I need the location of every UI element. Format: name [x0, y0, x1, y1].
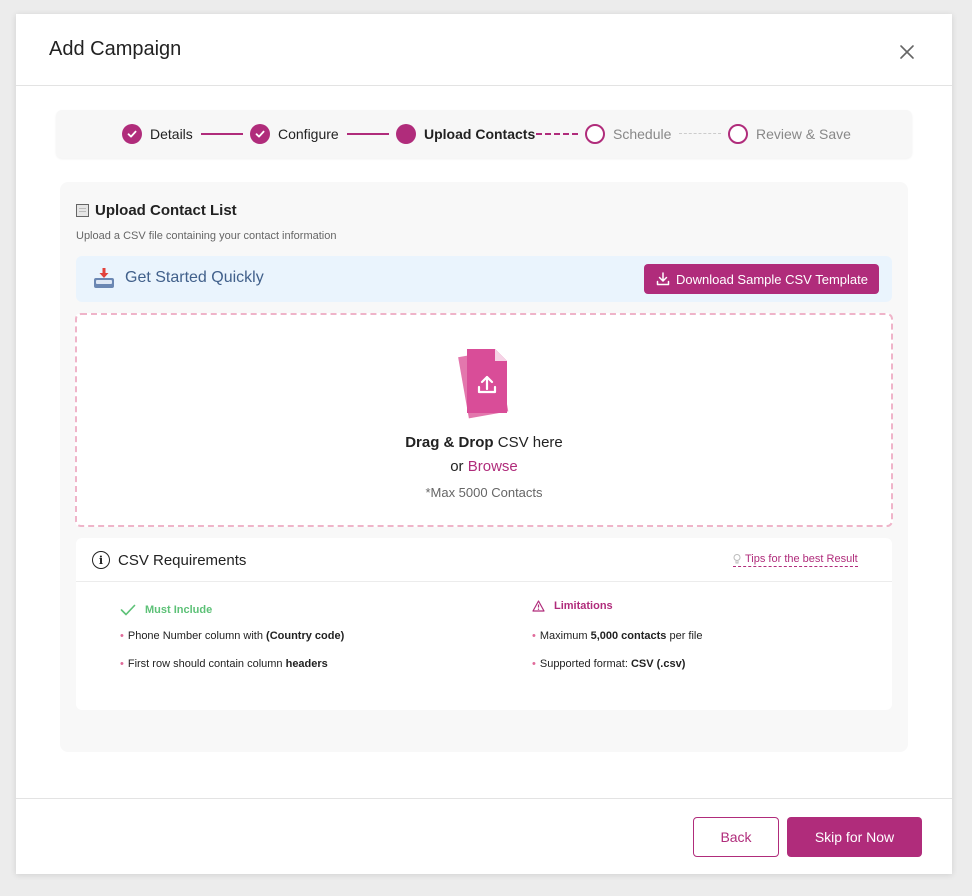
step-review-save[interactable]: Review & Save [728, 110, 851, 158]
requirements-header: i CSV Requirements Tips for the best Res… [76, 538, 892, 582]
item-bold: 5,000 contacts [590, 630, 667, 642]
dropzone-bold-text: Drag & Drop [405, 434, 494, 451]
lightbulb-icon [733, 554, 741, 564]
inbox-download-icon [92, 266, 116, 290]
card-title-text: Upload Contact List [95, 202, 237, 219]
empty-circle-icon [728, 124, 748, 144]
dropzone-instruction: Drag & Drop CSV here [77, 434, 891, 451]
item-text: First row should contain column [127, 658, 286, 670]
check-circle-icon [250, 124, 270, 144]
step-connector [679, 133, 721, 134]
limitation-item: • Supported format: CSV (.csv) [532, 658, 686, 670]
download-template-button[interactable]: Download Sample CSV Template [644, 264, 879, 294]
download-icon [656, 272, 670, 286]
modal-title: Add Campaign [49, 38, 182, 60]
step-label: Review & Save [756, 126, 851, 142]
item-bold: (Country code) [266, 630, 345, 642]
tips-label: Tips for the best Result [745, 553, 858, 565]
limitations-heading: Limitations [532, 598, 703, 614]
dropzone-or-text: or [450, 458, 468, 475]
limitations-column: Limitations • Maximum 5,000 contacts per … [532, 598, 703, 670]
step-label: Details [150, 126, 193, 142]
requirement-item: • Phone Number column with (Country code) [120, 630, 345, 642]
get-started-banner: Get Started Quickly Download Sample CSV … [76, 256, 892, 302]
item-text: Phone Number column with [127, 630, 267, 642]
browse-link[interactable]: Browse [468, 458, 518, 475]
back-button[interactable]: Back [693, 817, 779, 857]
info-icon: i [92, 551, 110, 569]
banner-title: Get Started Quickly [125, 269, 264, 286]
check-icon [120, 604, 136, 616]
step-schedule[interactable]: Schedule [585, 110, 671, 158]
requirement-item: • First row should contain column headers [120, 658, 328, 670]
item-text: Supported format: [539, 658, 631, 670]
step-label: Configure [278, 126, 339, 142]
step-details[interactable]: Details [122, 110, 193, 158]
file-upload-icon [453, 345, 517, 421]
dropzone-text: CSV here [493, 434, 563, 451]
document-icon [76, 204, 89, 217]
must-include-heading: Must Include [120, 602, 344, 618]
add-campaign-modal: Add Campaign Details Configure Upload Co… [16, 14, 952, 874]
step-connector [536, 133, 578, 135]
max-contacts-note: *Max 5000 Contacts [425, 485, 543, 500]
item-text: Maximum [539, 630, 591, 642]
limitations-heading-text: Limitations [554, 600, 613, 612]
csv-dropzone[interactable]: Drag & Drop CSV here or Browse *Max 5000… [75, 313, 893, 527]
step-connector [201, 133, 243, 135]
must-include-heading-text: Must Include [145, 604, 213, 616]
modal-header: Add Campaign [16, 14, 952, 86]
progress-stepper: Details Configure Upload Contacts Schedu… [56, 110, 912, 158]
limitation-item: • Maximum 5,000 contacts per file [532, 630, 703, 642]
tips-link[interactable]: Tips for the best Result [733, 553, 858, 567]
item-bold: headers [285, 658, 328, 670]
step-label: Upload Contacts [424, 126, 536, 142]
item-bold: CSV (.csv) [630, 658, 686, 670]
close-icon[interactable] [896, 41, 918, 63]
must-include-column: Must Include • Phone Number column with (… [120, 602, 344, 670]
requirements-title-text: CSV Requirements [118, 551, 247, 569]
warning-icon [532, 600, 545, 612]
current-step-icon [396, 124, 416, 144]
download-template-label: Download Sample CSV Template [676, 271, 868, 287]
step-configure[interactable]: Configure [250, 110, 339, 158]
check-circle-icon [122, 124, 142, 144]
step-upload-contacts[interactable]: Upload Contacts [396, 110, 535, 158]
step-connector [347, 133, 389, 135]
item-after: per file [666, 630, 703, 642]
step-label: Schedule [613, 126, 672, 142]
card-subtitle: Upload a CSV file containing your contac… [76, 230, 337, 242]
upload-contact-card: Upload Contact List Upload a CSV file co… [60, 182, 908, 752]
requirements-title: i CSV Requirements [92, 551, 246, 569]
dropzone-or-line: or Browse [77, 458, 891, 475]
card-title: Upload Contact List [76, 202, 237, 219]
modal-footer: Back Skip for Now [16, 798, 952, 874]
csv-requirements-panel: i CSV Requirements Tips for the best Res… [76, 538, 892, 710]
empty-circle-icon [585, 124, 605, 144]
skip-for-now-button[interactable]: Skip for Now [787, 817, 922, 857]
